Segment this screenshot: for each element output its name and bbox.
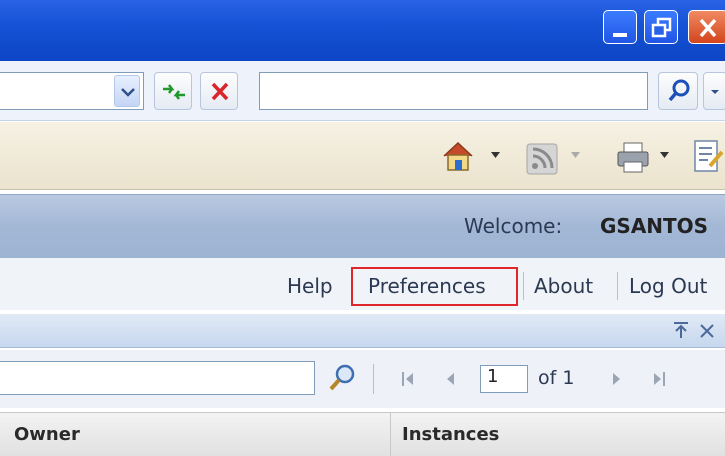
print-icon[interactable]	[615, 140, 651, 176]
table-header	[0, 412, 725, 456]
minimize-icon	[613, 33, 627, 37]
refresh-button[interactable]	[154, 72, 192, 110]
address-dropdown-button[interactable]	[114, 75, 140, 107]
print-dropdown-icon[interactable]	[659, 150, 671, 160]
minimize-button[interactable]	[603, 10, 637, 44]
first-page-icon[interactable]	[400, 370, 416, 388]
search-input[interactable]	[259, 72, 648, 110]
dropdown-icon	[711, 90, 719, 94]
help-link[interactable]: Help	[287, 274, 333, 298]
page-count-label: of 1	[538, 367, 575, 389]
link-separator	[617, 272, 618, 300]
column-header-instances[interactable]: Instances	[402, 424, 499, 445]
next-page-icon[interactable]	[610, 370, 624, 388]
close-icon	[699, 18, 717, 38]
search-icon	[668, 79, 690, 102]
refresh-icon	[163, 84, 185, 100]
pager-separator	[373, 364, 374, 394]
column-header-owner[interactable]: Owner	[14, 424, 80, 445]
magnifier-icon	[329, 364, 355, 391]
restore-button[interactable]	[644, 10, 678, 44]
page-icon[interactable]	[692, 138, 725, 176]
pin-button[interactable]	[670, 318, 692, 342]
home-icon[interactable]	[440, 138, 480, 176]
link-separator	[523, 272, 524, 300]
filter-input[interactable]	[0, 361, 315, 395]
username-label: GSANTOS	[600, 214, 709, 238]
filter-search-button[interactable]	[326, 362, 358, 394]
collapse-icon	[674, 322, 688, 338]
last-page-icon[interactable]	[651, 370, 667, 388]
close-icon	[700, 324, 714, 338]
logout-link[interactable]: Log Out	[629, 274, 707, 298]
home-dropdown-icon[interactable]	[490, 150, 502, 160]
column-divider	[390, 412, 391, 456]
about-link[interactable]: About	[534, 274, 593, 298]
search-button[interactable]	[658, 72, 698, 110]
page-number-input[interactable]: 1	[480, 365, 528, 393]
stop-icon	[211, 82, 229, 101]
search-options-button[interactable]	[703, 72, 725, 110]
panel-header	[0, 314, 725, 348]
preferences-link[interactable]: Preferences	[368, 274, 486, 298]
chevron-down-icon	[121, 88, 135, 97]
panel-close-button[interactable]	[696, 318, 718, 342]
feeds-icon[interactable]	[525, 142, 559, 176]
welcome-label: Welcome:	[464, 214, 563, 238]
previous-page-icon[interactable]	[443, 370, 457, 388]
close-window-button[interactable]	[688, 10, 725, 44]
feeds-dropdown-icon[interactable]	[570, 150, 582, 160]
restore-icon	[651, 17, 672, 38]
stop-button[interactable]	[200, 72, 238, 110]
